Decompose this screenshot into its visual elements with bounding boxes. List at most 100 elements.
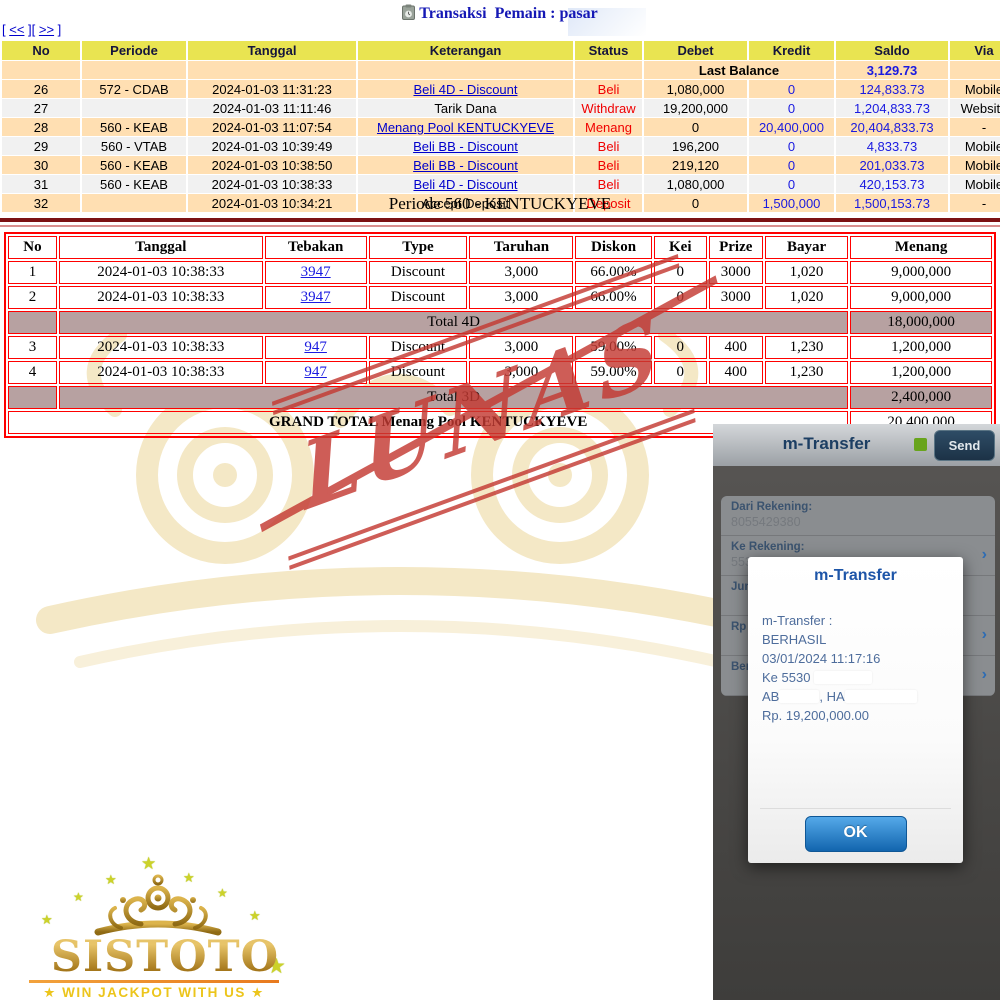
- empty-cell: [575, 61, 642, 79]
- tx-debet: 1,080,000: [644, 175, 747, 193]
- bet-row: 22024-01-03 10:38:333947Discount3,00066.…: [8, 286, 992, 309]
- mtransfer-header-bar: m-Transfer Send: [713, 424, 1000, 466]
- last-balance-row: Last Balance 3,129.73: [2, 61, 1000, 79]
- bet-menang: 1,200,000: [850, 361, 992, 384]
- tx-no: 29: [2, 137, 80, 155]
- tebakan-link[interactable]: 3947: [301, 264, 331, 280]
- tx-kredit: 20,400,000: [749, 118, 834, 136]
- field-label: Dari Rekening:: [731, 501, 985, 513]
- bet-bayar: 1,020: [765, 261, 849, 284]
- dialog-line-ke: Ke 5530: [762, 668, 963, 687]
- bet-tanggal: 2024-01-03 10:38:33: [59, 261, 263, 284]
- tx-no: 27: [2, 99, 80, 117]
- col-no: No: [8, 236, 57, 259]
- clipboard-icon: [402, 4, 415, 25]
- empty-cell: [82, 61, 186, 79]
- dialog-line: m-Transfer :: [762, 611, 963, 630]
- tebakan-link[interactable]: 3947: [301, 289, 331, 305]
- logo-wordmark: SISTOTO: [25, 936, 305, 979]
- tx-no: 26: [2, 80, 80, 98]
- bet-header-row: No Tanggal Tebakan Type Taruhan Diskon K…: [8, 236, 992, 259]
- tx-tanggal: 2024-01-03 10:39:49: [188, 137, 356, 155]
- bet-kei: 0: [654, 361, 707, 384]
- bet-no: 1: [8, 261, 57, 284]
- next-page-link[interactable]: >>: [39, 22, 54, 37]
- field-label: Ke Rekening:: [731, 541, 985, 553]
- logo-underline: [29, 980, 279, 983]
- bet-kei: 0: [654, 261, 707, 284]
- tx-status: Beli: [575, 156, 642, 174]
- bet-row: 12024-01-03 10:38:333947Discount3,00066.…: [8, 261, 992, 284]
- tebakan-link[interactable]: 947: [304, 364, 327, 380]
- tx-periode: 560 - KEAB: [82, 118, 186, 136]
- transactions-header-row: No Periode Tanggal Keterangan Status Deb…: [2, 41, 1000, 60]
- last-balance-label: Last Balance: [644, 61, 834, 79]
- tx-periode: 572 - CDAB: [82, 80, 186, 98]
- prev-page-link[interactable]: <<: [9, 22, 24, 37]
- empty-cell: [188, 61, 356, 79]
- empty-cell: [358, 61, 573, 79]
- bet-tebakan: 947: [265, 336, 367, 359]
- total-value: 18,000,000: [850, 311, 992, 334]
- dialog-line: BERHASIL: [762, 630, 963, 649]
- col-type: Type: [369, 236, 468, 259]
- divider-rule-thin: [0, 225, 1000, 227]
- mtransfer-screenshot: m-Transfer Send Dari Rekening: 805542938…: [713, 424, 1000, 1000]
- keterangan-link[interactable]: Beli BB - Discount: [413, 139, 518, 154]
- tx-keterangan: Menang Pool KENTUCKYEVE: [358, 118, 573, 136]
- tx-kredit: 0: [749, 99, 834, 117]
- transaction-row: 28560 - KEAB2024-01-03 11:07:54Menang Po…: [2, 118, 1000, 136]
- col-taruhan: Taruhan: [469, 236, 573, 259]
- col-menang: Menang: [850, 236, 992, 259]
- total-empty: [8, 386, 57, 409]
- transaction-row: 29560 - VTAB2024-01-03 10:39:49Beli BB -…: [2, 137, 1000, 155]
- keterangan-link[interactable]: Beli 4D - Discount: [413, 177, 517, 192]
- ke-prefix: Ke 5530: [762, 670, 810, 685]
- bet-kei: 0: [654, 286, 707, 309]
- bet-menang: 9,000,000: [850, 286, 992, 309]
- tx-via: Mobile: [950, 137, 1000, 155]
- keterangan-link[interactable]: Beli 4D - Discount: [413, 82, 517, 97]
- bet-menang: 9,000,000: [850, 261, 992, 284]
- dialog-divider: [760, 808, 951, 809]
- bet-prize: 3000: [709, 286, 763, 309]
- keterangan-link[interactable]: Menang Pool KENTUCKYEVE: [377, 120, 554, 135]
- col-status: Status: [575, 41, 642, 60]
- tebakan-link[interactable]: 947: [304, 339, 327, 355]
- tx-via: Website: [950, 99, 1000, 117]
- tx-tanggal: 2024-01-03 11:11:46: [188, 99, 356, 117]
- mtransfer-title: m-Transfer: [713, 434, 940, 454]
- bet-no: 2: [8, 286, 57, 309]
- bet-kei: 0: [654, 336, 707, 359]
- col-keterangan: Keterangan: [358, 41, 573, 60]
- bet-type: Discount: [369, 336, 468, 359]
- name-part: AB: [762, 689, 779, 704]
- tx-no: 30: [2, 156, 80, 174]
- col-prize: Prize: [709, 236, 763, 259]
- page-title: Transaksi Pemain : pasar: [419, 5, 597, 22]
- col-kei: Kei: [654, 236, 707, 259]
- tx-kredit: 0: [749, 175, 834, 193]
- bet-diskon: 66.00%: [575, 261, 651, 284]
- bet-prize: 400: [709, 336, 763, 359]
- logo-tagline: ★ WIN JACKPOT WITH US ★: [25, 985, 283, 1001]
- send-button[interactable]: Send: [934, 430, 995, 461]
- tx-keterangan: Beli BB - Discount: [358, 137, 573, 155]
- bet-prize: 3000: [709, 261, 763, 284]
- total-value: 2,400,000: [850, 386, 992, 409]
- bet-tanggal: 2024-01-03 10:38:33: [59, 336, 263, 359]
- tx-no: 28: [2, 118, 80, 136]
- censor-block: [779, 690, 819, 703]
- star-icon: ★: [249, 908, 261, 924]
- total-label: Total 4D: [59, 311, 848, 334]
- bet-tebakan: 3947: [265, 286, 367, 309]
- tx-debet: 0: [644, 118, 747, 136]
- bet-tanggal: 2024-01-03 10:38:33: [59, 361, 263, 384]
- tx-via: Mobile: [950, 175, 1000, 193]
- ok-button[interactable]: OK: [805, 816, 907, 852]
- last-balance-value: 3,129.73: [836, 61, 948, 79]
- bet-diskon: 59.00%: [575, 336, 651, 359]
- keterangan-link[interactable]: Beli BB - Discount: [413, 158, 518, 173]
- bet-diskon: 66.00%: [575, 286, 651, 309]
- censor-block: [845, 690, 917, 703]
